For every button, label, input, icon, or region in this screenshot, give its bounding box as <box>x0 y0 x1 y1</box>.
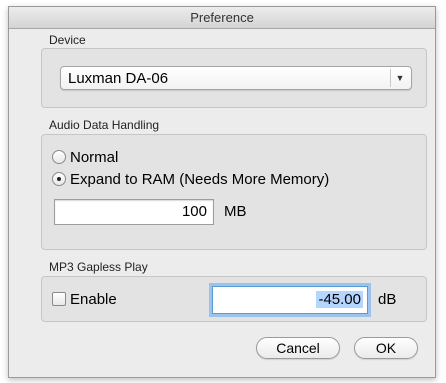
ok-button[interactable]: OK <box>354 337 418 359</box>
preference-window: Preference Device Luxman DA-06 ▼ Audio D… <box>8 6 436 378</box>
memory-unit-label: MB <box>224 203 247 220</box>
popup-arrow-icon: ▼ <box>390 69 409 87</box>
mp3-section-label: MP3 Gapless Play <box>49 260 148 274</box>
audio-section-label: Audio Data Handling <box>49 118 160 132</box>
window-title: Preference <box>9 7 435 29</box>
device-popup[interactable]: Luxman DA-06 ▼ <box>60 66 412 90</box>
audio-group: Normal Expand to RAM (Needs More Memory)… <box>41 134 427 250</box>
radio-normal-label: Normal <box>70 149 119 166</box>
enable-gapless-label: Enable <box>70 291 117 308</box>
enable-gapless-checkbox[interactable] <box>52 292 66 306</box>
radio-normal[interactable]: Normal <box>52 149 118 167</box>
gain-unit-label: dB <box>378 291 397 308</box>
device-popup-value: Luxman DA-06 <box>68 70 169 87</box>
gapless-gain-value: -45.00 <box>316 291 363 308</box>
cancel-button[interactable]: Cancel <box>256 337 340 359</box>
radio-normal-button[interactable] <box>52 150 66 164</box>
radio-expand-to-ram[interactable]: Expand to RAM (Needs More Memory) <box>52 171 329 189</box>
radio-expand-label: Expand to RAM (Needs More Memory) <box>70 171 330 188</box>
mp3-group: Enable -45.00 dB <box>41 276 427 322</box>
radio-expand-button[interactable] <box>52 172 66 186</box>
enable-gapless-checkbox-row[interactable]: Enable <box>52 291 117 309</box>
gapless-gain-input[interactable]: -45.00 <box>212 286 368 314</box>
memory-size-input[interactable]: 100 <box>54 199 214 225</box>
device-section-label: Device <box>49 33 86 47</box>
device-group: Luxman DA-06 ▼ <box>41 48 427 108</box>
